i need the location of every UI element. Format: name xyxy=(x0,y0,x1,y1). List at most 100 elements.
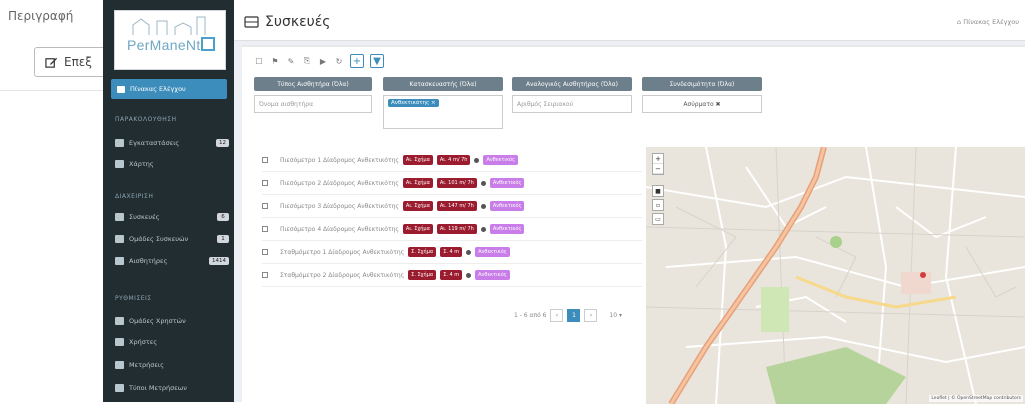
device-row[interactable]: Σταθμόμετρο 2 Δίαδρομος Ανθεκτικότης Σ. Σ… xyxy=(262,264,642,287)
row-checkbox[interactable] xyxy=(262,203,268,209)
sidebar-item-user-groups[interactable]: Ομάδες Χρηστών xyxy=(115,314,229,328)
map-layer-icon[interactable]: ▫ xyxy=(652,199,664,211)
add-device-button[interactable]: + xyxy=(350,54,364,68)
sidebar-item-measurements[interactable]: Μετρήσεις xyxy=(115,358,229,372)
logo-mark xyxy=(201,37,215,51)
sidebar-item-label: Τύποι Μετρήσεων xyxy=(129,384,187,392)
type-badge: Αι. Σχήμα xyxy=(402,201,433,211)
sidebar-item-installations[interactable]: Εγκαταστάσεις 12 xyxy=(115,136,229,150)
sidebar-item-users[interactable]: Χρήστες xyxy=(115,335,229,349)
map-tiles xyxy=(646,147,1025,404)
sidebar-item-sensors[interactable]: Αισθητήρες 1414 xyxy=(115,254,229,268)
bookmark-icon[interactable]: ⚑ xyxy=(270,56,280,66)
device-map[interactable]: + − ■ ▫ ▭ Leaflet | © OpenStreetMap cont… xyxy=(646,147,1025,404)
range-badge: Αι. 101 m/ 7h xyxy=(436,178,477,188)
sidebar-section-header: ΔΙΑΧΕΙΡΙΣΗ xyxy=(115,193,154,200)
range-badge: Σ. 4 m xyxy=(440,247,463,257)
device-name: Πιεσόμετρο 1 Δίαδρομος Ανθεκτικότης xyxy=(280,156,399,164)
sidebar-item-label: Χρήστες xyxy=(129,338,158,346)
map-locate-icon[interactable]: ■ xyxy=(652,185,664,197)
map-attribution: Leaflet | © OpenStreetMap contributors xyxy=(929,395,1023,402)
device-row[interactable]: Σταθμόμετρο 1 Δίαδρομος Ανθεκτικότης Σ. Σ… xyxy=(262,241,642,264)
selected-tag[interactable]: Ανθεκτικότης × xyxy=(388,99,439,107)
connectivity-select[interactable]: Ασύρματο ✖ xyxy=(642,95,762,113)
pagination-summary: 1 - 6 από 6 xyxy=(514,312,547,319)
device-list: Πιεσόμετρο 1 Δίαδρομος Ανθεκτικότης Αι. Σ… xyxy=(262,149,642,287)
copy-icon[interactable]: ⎘ xyxy=(302,56,312,66)
sidebar-section-header: ΡΥΘΜΙΣΕΙΣ xyxy=(115,295,152,302)
range-badge: Αι. 4 m/ 7h xyxy=(436,155,471,165)
sidebar-item-label: Ομάδες Χρηστών xyxy=(129,317,186,325)
dashboard-icon xyxy=(117,85,125,93)
type-badge: Αι. Σχήμα xyxy=(402,155,433,165)
filter-connectivity[interactable]: Συνδεσιμότητα (Όλα) xyxy=(642,77,762,91)
chart-icon xyxy=(115,361,124,369)
per-page-select[interactable]: 10 ▾ xyxy=(609,312,622,319)
building-icon xyxy=(115,139,124,147)
sidebar-item-dashboard[interactable]: Πίνακας Ελέγχου xyxy=(111,79,227,99)
device-row[interactable]: Πιεσόμετρο 2 Δίαδρομος Ανθεκτικότης Αι. Σ… xyxy=(262,172,642,195)
sidebar-item-devices[interactable]: Συσκευές 6 xyxy=(115,210,229,224)
row-checkbox[interactable] xyxy=(262,226,268,232)
device-row[interactable]: Πιεσόμετρο 1 Δίαδρομος Ανθεκτικότης Αι. Σ… xyxy=(262,149,642,172)
count-badge: 1 xyxy=(217,235,229,243)
device-name: Πιεσόμετρο 3 Δίαδρομος Ανθεκτικότης xyxy=(280,202,399,210)
sidebar-item-label: Μετρήσεις xyxy=(129,361,164,369)
serial-number-input[interactable]: Αριθμός Σειριακού xyxy=(512,95,632,113)
next-page-button[interactable]: › xyxy=(584,309,598,322)
pagination: 1 - 6 από 6 ‹ 1 › 10 ▾ xyxy=(514,309,622,322)
select-all-checkbox-icon[interactable]: ☐ xyxy=(254,56,264,66)
filter-button[interactable]: ▼ xyxy=(370,54,384,68)
row-checkbox[interactable] xyxy=(262,272,268,278)
sensor-name-input[interactable]: Όνομα αισθητήρα xyxy=(254,95,372,113)
app-logo[interactable]: PerManeNt xyxy=(114,10,226,70)
zoom-in-button[interactable]: + xyxy=(653,154,663,164)
device-icon xyxy=(115,213,124,221)
count-badge: 6 xyxy=(217,213,229,221)
filter-sensor-type[interactable]: Τύπος Αισθητήρα (Όλα) xyxy=(254,77,372,91)
prev-page-button[interactable]: ‹ xyxy=(550,309,564,322)
sidebar-item-device-groups[interactable]: Ομάδες Συσκευών 1 xyxy=(115,232,229,246)
manufacturer-select[interactable]: Ανθεκτικότης × xyxy=(383,95,503,129)
breadcrumb[interactable]: ⌂ Πίνακας Ελέγχου xyxy=(957,18,1019,26)
device-name: Σταθμόμετρο 2 Δίαδρομος Ανθεκτικότης xyxy=(280,271,405,279)
row-checkbox[interactable] xyxy=(262,157,268,163)
sidebar: PerManeNt Πίνακας Ελέγχου ΠΑΡΑΚΟΛΟΥΘΗΣΗ … xyxy=(103,0,234,402)
sidebar-item-label: Εγκαταστάσεις xyxy=(129,139,180,147)
location-icon xyxy=(480,226,486,232)
durability-badge: Ανθεκτικός xyxy=(489,201,525,211)
description-label: Περιγραφή xyxy=(8,9,74,23)
users-icon xyxy=(115,317,124,325)
filter-analog-sensor[interactable]: Αναλογικός Αισθητήρας (Όλα) xyxy=(512,77,632,91)
map-draw-icon[interactable]: ▭ xyxy=(652,213,664,225)
location-icon xyxy=(466,249,472,255)
sidebar-item-label: Χάρτης xyxy=(129,160,154,168)
current-page-button[interactable]: 1 xyxy=(567,309,581,322)
group-icon xyxy=(115,235,124,243)
zoom-out-button[interactable]: − xyxy=(653,164,663,174)
sidebar-item-label: Πίνακας Ελέγχου xyxy=(130,85,186,93)
durability-badge: Ανθεκτικός xyxy=(489,178,525,188)
row-checkbox[interactable] xyxy=(262,249,268,255)
play-icon[interactable]: ▶ xyxy=(318,56,328,66)
device-row[interactable]: Πιεσόμετρο 3 Δίαδρομος Ανθεκτικότης Αι. Σ… xyxy=(262,195,642,218)
type-badge: Σ. Σχήμα xyxy=(408,270,437,280)
logo-skyline-icon xyxy=(132,16,206,35)
breadcrumb-label: Πίνακας Ελέγχου xyxy=(963,18,1019,26)
edit-icon[interactable]: ✎ xyxy=(286,56,296,66)
type-badge: Σ. Σχήμα xyxy=(408,247,437,257)
device-name: Πιεσόμετρο 4 Δίαδρομος Ανθεκτικότης xyxy=(280,225,399,233)
location-icon xyxy=(466,272,472,278)
range-badge: Αι. 119 m/ 7h xyxy=(436,224,477,234)
sidebar-item-label: Ομάδες Συσκευών xyxy=(129,235,189,243)
row-checkbox[interactable] xyxy=(262,180,268,186)
range-badge: Σ. 4 m xyxy=(440,270,463,280)
refresh-icon[interactable]: ↻ xyxy=(334,56,344,66)
device-row[interactable]: Πιεσόμετρο 4 Δίαδρομος Ανθεκτικότης Αι. Σ… xyxy=(262,218,642,241)
sidebar-item-map[interactable]: Χάρτης xyxy=(115,157,229,171)
table-toolbar: ☐ ⚑ ✎ ⎘ ▶ ↻ + ▼ xyxy=(254,54,384,68)
edit-button-label: Επεξ xyxy=(64,55,92,69)
location-icon xyxy=(474,157,480,163)
filter-manufacturer[interactable]: Κατασκευαστής (Όλα) xyxy=(383,77,503,91)
sidebar-item-measurement-types[interactable]: Τύποι Μετρήσεων xyxy=(115,381,229,395)
